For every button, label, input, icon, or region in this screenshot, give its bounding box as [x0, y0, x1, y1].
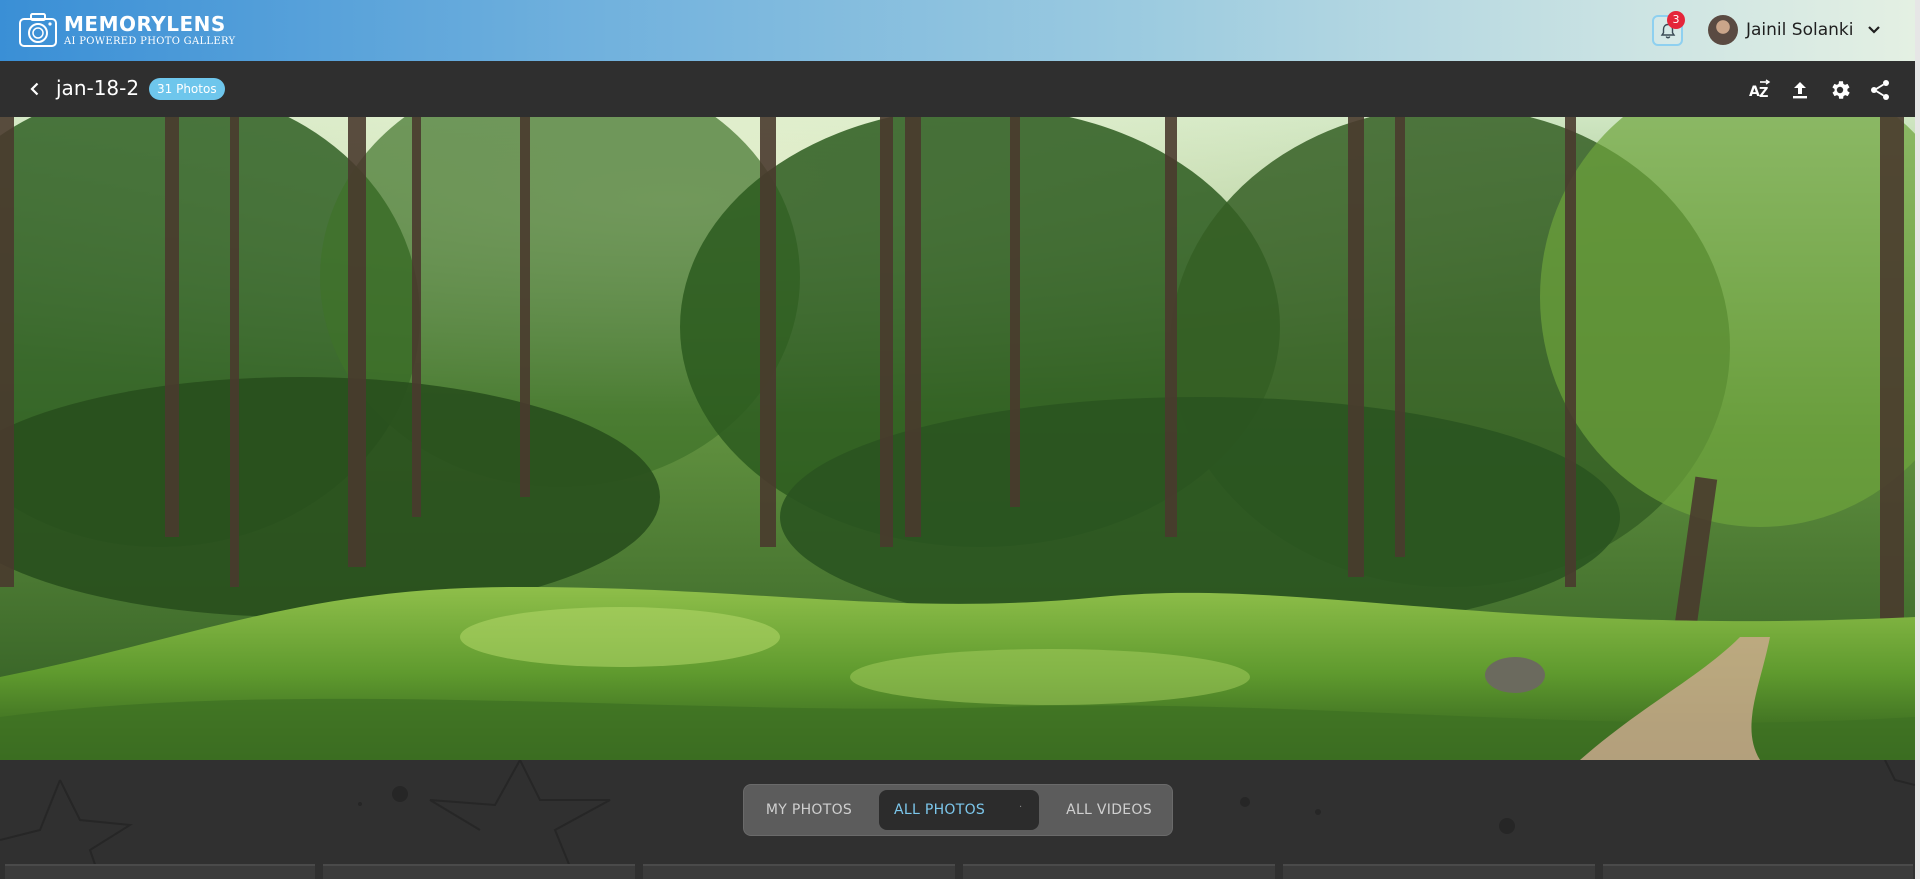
photo-thumbnail[interactable]: [5, 864, 315, 879]
media-filter-tabs: MY PHOTOS ALL PHOTOS · ALL VIDEOS: [743, 784, 1173, 836]
svg-text:Z: Z: [1759, 86, 1768, 101]
tab-all-photos[interactable]: ALL PHOTOS: [879, 790, 1039, 830]
tab-separator: ·: [1019, 802, 1023, 813]
page-scrollbar[interactable]: [1915, 0, 1920, 879]
photo-thumbnail[interactable]: [1283, 864, 1595, 879]
user-menu[interactable]: Jainil Solanki: [1708, 15, 1881, 45]
photo-thumbnail[interactable]: [963, 864, 1275, 879]
photo-thumbnail[interactable]: [643, 864, 955, 879]
photo-thumbnail[interactable]: [1603, 864, 1913, 879]
notification-count-badge: 3: [1667, 11, 1685, 29]
album-toolbar: jan-18-2 31 Photos A Z: [0, 61, 1915, 117]
tab-all-videos[interactable]: ALL VIDEOS: [1049, 790, 1169, 830]
camera-logo-icon: [19, 13, 57, 47]
avatar: [1708, 15, 1738, 45]
sort-az-icon[interactable]: A Z: [1748, 78, 1772, 102]
photo-thumbnail[interactable]: [323, 864, 635, 879]
upload-icon[interactable]: [1788, 78, 1812, 102]
forest-photo: [0, 117, 1915, 760]
user-name: Jainil Solanki: [1746, 20, 1854, 40]
logo-subtitle: AI POWERED PHOTO GALLERY: [64, 35, 236, 47]
album-title: jan-18-2: [56, 76, 140, 100]
photo-count-badge: 31 Photos: [149, 78, 225, 100]
app-header: MEMORYLENS AI POWERED PHOTO GALLERY 3 Ja…: [0, 0, 1915, 61]
share-icon[interactable]: [1868, 78, 1892, 102]
logo-title: MEMORYLENS: [64, 11, 226, 36]
tab-my-photos[interactable]: MY PHOTOS: [749, 790, 869, 830]
settings-icon[interactable]: [1828, 78, 1852, 102]
chevron-down-icon: [1868, 26, 1881, 34]
gallery-section: MY PHOTOS ALL PHOTOS · ALL VIDEOS: [0, 760, 1915, 879]
album-cover-image: [0, 117, 1915, 760]
app-logo[interactable]: MEMORYLENS AI POWERED PHOTO GALLERY: [18, 10, 235, 50]
back-arrow-icon[interactable]: [26, 80, 44, 98]
